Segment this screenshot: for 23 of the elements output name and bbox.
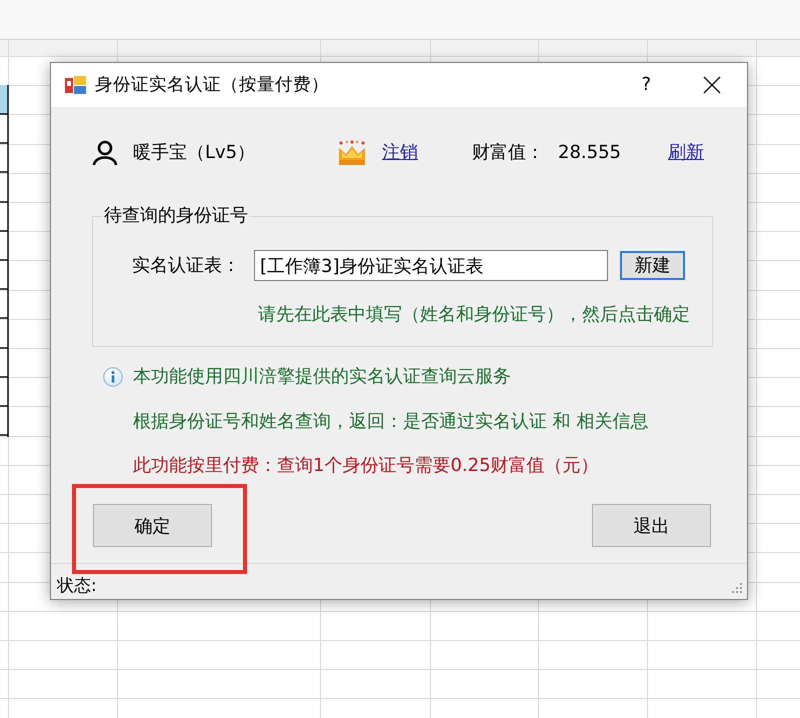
status-label: 状态: <box>57 577 97 595</box>
logout-link[interactable]: 注销 <box>382 142 418 164</box>
note-text: 根据身份证号和姓名查询，返回：是否通过实名认证 和 相关信息 <box>133 410 648 432</box>
info-icon <box>103 367 123 387</box>
group-title: 待查询的身份证号 <box>103 205 249 227</box>
refresh-link[interactable]: 刷新 <box>668 142 704 164</box>
crown-icon <box>337 140 367 166</box>
dialog-button[interactable]: 退出 <box>592 504 711 547</box>
wealth-label: 财富值： <box>472 142 544 164</box>
note-text: 此功能按里付费：查询1个身份证号需要0.25财富值（元） <box>133 455 599 477</box>
window-title: 身份证实名认证（按量付费） <box>95 74 329 96</box>
table-field[interactable]: [工作簿3]身份证实名认证表 <box>254 250 608 281</box>
close-icon[interactable] <box>703 76 721 94</box>
note-text: 本功能使用四川涪擎提供的实名认证查询云服务 <box>133 366 511 388</box>
user-icon <box>92 140 118 166</box>
dialog-button[interactable]: 确定 <box>93 504 212 547</box>
app-icon <box>65 75 86 95</box>
hint-text: 请先在此表中填写（姓名和身份证号），然后点击确定 <box>258 304 690 325</box>
table-label: 实名认证表： <box>132 254 241 276</box>
new-button[interactable]: 新建 <box>620 251 685 280</box>
help-button[interactable]: ? <box>641 74 651 96</box>
wealth-value: 28.555 <box>558 142 621 164</box>
user-name: 暖手宝（Lv5） <box>133 142 256 164</box>
